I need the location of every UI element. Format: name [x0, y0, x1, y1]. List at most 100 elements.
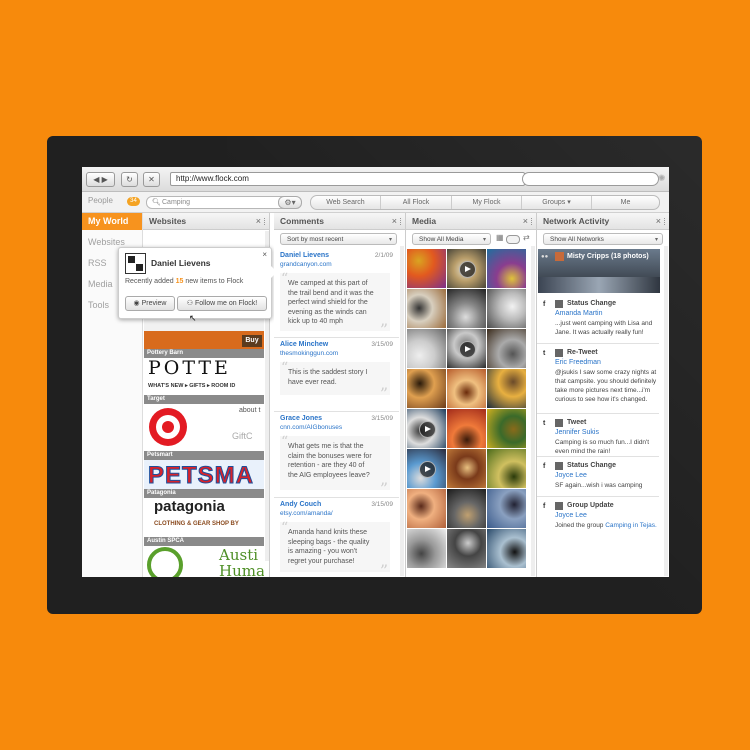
- site-thumbnail-pottery-barn[interactable]: Pottery Barn Buy POTTE WHAT'S NEW ▸ GIFT…: [144, 331, 264, 395]
- tab-web-search[interactable]: Web Search: [311, 196, 381, 209]
- drag-handle-icon[interactable]: [264, 218, 267, 225]
- back-forward-button[interactable]: ◀ ▶: [86, 172, 115, 187]
- popup-user-name[interactable]: Daniel Lievens: [151, 258, 211, 268]
- media-thumbnail[interactable]: [447, 329, 486, 368]
- browser-window: ◀ ▶ ↻ ✕ http://www.flock.com ✺ People 34…: [82, 167, 669, 577]
- activity-item[interactable]: t Re-Tweet Eric Freedman @jsukis I saw s…: [537, 344, 659, 414]
- comment-author[interactable]: Daniel Lievens: [280, 252, 329, 259]
- comment-item[interactable]: Grace Jones 3/15/09 cnn.com/AIGbonuses “…: [274, 412, 399, 498]
- avatar: [125, 253, 146, 274]
- drag-handle-icon[interactable]: [400, 218, 403, 225]
- scrollbar[interactable]: [531, 246, 535, 576]
- media-thumbnail[interactable]: [447, 449, 486, 488]
- follow-button[interactable]: ⚇ Follow me on Flock!: [177, 296, 267, 311]
- group-link[interactable]: Camping in Tejas.: [605, 522, 657, 529]
- comment-url[interactable]: thesmokinggun.com: [280, 350, 338, 357]
- activity-item[interactable]: f Status Change Joyce Lee SF again...wis…: [537, 457, 659, 497]
- grid-view-icon[interactable]: ▦: [496, 233, 504, 242]
- scrollbar[interactable]: [400, 246, 404, 576]
- media-thumbnail[interactable]: [407, 529, 446, 568]
- scrollbar[interactable]: [664, 246, 668, 576]
- comment-quote: “ We camped at this part of the trail be…: [280, 271, 390, 339]
- preview-button[interactable]: ◉ Preview: [125, 296, 175, 311]
- network-filter-select[interactable]: Show All Networks ▾: [543, 233, 663, 245]
- media-thumbnail[interactable]: [447, 489, 486, 528]
- activity-item[interactable]: f Group Update Joyce Lee Joined the grou…: [537, 497, 659, 547]
- media-thumbnail[interactable]: [447, 249, 486, 288]
- browser-search-input[interactable]: [522, 172, 659, 186]
- tab-groups[interactable]: Groups ▾: [522, 196, 592, 209]
- media-thumbnail[interactable]: [407, 409, 446, 448]
- activity-user[interactable]: Joyce Lee: [555, 512, 587, 519]
- photo-banner[interactable]: ●● Misty Cripps (18 photos): [538, 249, 660, 293]
- media-thumbnail[interactable]: [487, 409, 526, 448]
- close-icon[interactable]: ×: [262, 250, 267, 259]
- quote-close-icon: ”: [379, 320, 388, 339]
- play-icon[interactable]: [419, 461, 436, 478]
- activity-user[interactable]: Amanda Martin: [555, 310, 602, 317]
- play-icon[interactable]: [459, 261, 476, 278]
- people-label[interactable]: People: [88, 196, 113, 205]
- media-thumbnail[interactable]: [407, 489, 446, 528]
- tab-me[interactable]: Me: [592, 196, 659, 209]
- stop-icon[interactable]: ✕: [143, 172, 160, 187]
- drag-handle-icon[interactable]: [531, 218, 534, 225]
- comment-item[interactable]: Alice Minchew 3/15/09 thesmokinggun.com …: [274, 338, 399, 412]
- activity-item[interactable]: f Status Change Amanda Martin ...just we…: [537, 295, 659, 344]
- activity-user[interactable]: Joyce Lee: [555, 472, 587, 479]
- media-thumbnail[interactable]: [487, 369, 526, 408]
- close-icon[interactable]: ×: [256, 213, 261, 230]
- search-input[interactable]: 🔍︎ Camping: [146, 196, 289, 209]
- site-label: Patagonia: [144, 489, 264, 498]
- comment-author[interactable]: Alice Minchew: [280, 341, 328, 348]
- site-thumbnail-petsmart[interactable]: Petsmart PETSMA: [144, 451, 264, 489]
- site-thumbnail-patagonia[interactable]: Patagonia patagonia CLOTHING & GEAR SHOP…: [144, 489, 264, 537]
- close-icon[interactable]: ×: [392, 213, 397, 230]
- media-thumbnail[interactable]: [487, 289, 526, 328]
- sidebar-item-my-world[interactable]: My World: [82, 213, 142, 230]
- media-thumbnail[interactable]: [407, 329, 446, 368]
- close-icon[interactable]: ×: [523, 213, 528, 230]
- comment-item[interactable]: Daniel Lievens 2/1/09 grandcanyon.com “ …: [274, 249, 399, 339]
- site-thumbnail-austin-spca[interactable]: Austin SPCA Austi Huma: [144, 537, 264, 577]
- comment-item[interactable]: Andy Couch 3/15/09 etsy.com/amanda/ “ Am…: [274, 498, 399, 577]
- drag-handle-icon[interactable]: [664, 218, 667, 225]
- media-filter-select[interactable]: Show All Media ▾: [412, 233, 491, 245]
- media-thumbnail[interactable]: [447, 529, 486, 568]
- media-thumbnail[interactable]: [447, 289, 486, 328]
- activity-user[interactable]: Jennifer Sukis: [555, 429, 599, 436]
- site-thumbnail-target[interactable]: Target about t GiftC: [144, 395, 264, 451]
- activity-user[interactable]: Eric Freedman: [555, 359, 601, 366]
- media-thumbnail[interactable]: [447, 409, 486, 448]
- media-thumbnail[interactable]: [487, 449, 526, 488]
- play-icon[interactable]: [459, 341, 476, 358]
- view-toggle[interactable]: [506, 235, 520, 244]
- comment-author[interactable]: Andy Couch: [280, 501, 321, 508]
- gear-icon[interactable]: ⚙▾: [278, 196, 302, 209]
- activity-item[interactable]: t Tweet Jennifer Sukis Camping is so muc…: [537, 414, 659, 457]
- media-thumbnail[interactable]: [407, 289, 446, 328]
- tab-all-flock[interactable]: All Flock: [381, 196, 452, 209]
- activity-text: Joined the group Camping in Tejas.: [555, 521, 659, 530]
- media-thumbnail[interactable]: [407, 449, 446, 488]
- play-icon[interactable]: [419, 421, 436, 438]
- comment-author[interactable]: Grace Jones: [280, 415, 322, 422]
- reload-icon[interactable]: ↻: [121, 172, 138, 187]
- close-icon[interactable]: ×: [656, 213, 661, 230]
- refresh-icon[interactable]: ⇄: [523, 233, 530, 242]
- media-thumbnail[interactable]: [407, 249, 446, 288]
- media-thumbnail[interactable]: [447, 369, 486, 408]
- site-label: Target: [144, 395, 264, 404]
- comment-url[interactable]: grandcanyon.com: [280, 261, 332, 268]
- comment-url[interactable]: cnn.com/AIGbonuses: [280, 424, 342, 431]
- tab-my-flock[interactable]: My Flock: [452, 196, 522, 209]
- media-thumbnail[interactable]: [487, 249, 526, 288]
- media-thumbnail[interactable]: [487, 489, 526, 528]
- media-thumbnail[interactable]: [407, 369, 446, 408]
- comment-url[interactable]: etsy.com/amanda/: [280, 510, 333, 517]
- media-thumbnail[interactable]: [487, 529, 526, 568]
- buy-button[interactable]: Buy: [242, 335, 262, 347]
- url-input[interactable]: http://www.flock.com: [170, 172, 525, 186]
- sort-select[interactable]: Sort by most recent ▾: [280, 233, 397, 245]
- media-thumbnail[interactable]: [487, 329, 526, 368]
